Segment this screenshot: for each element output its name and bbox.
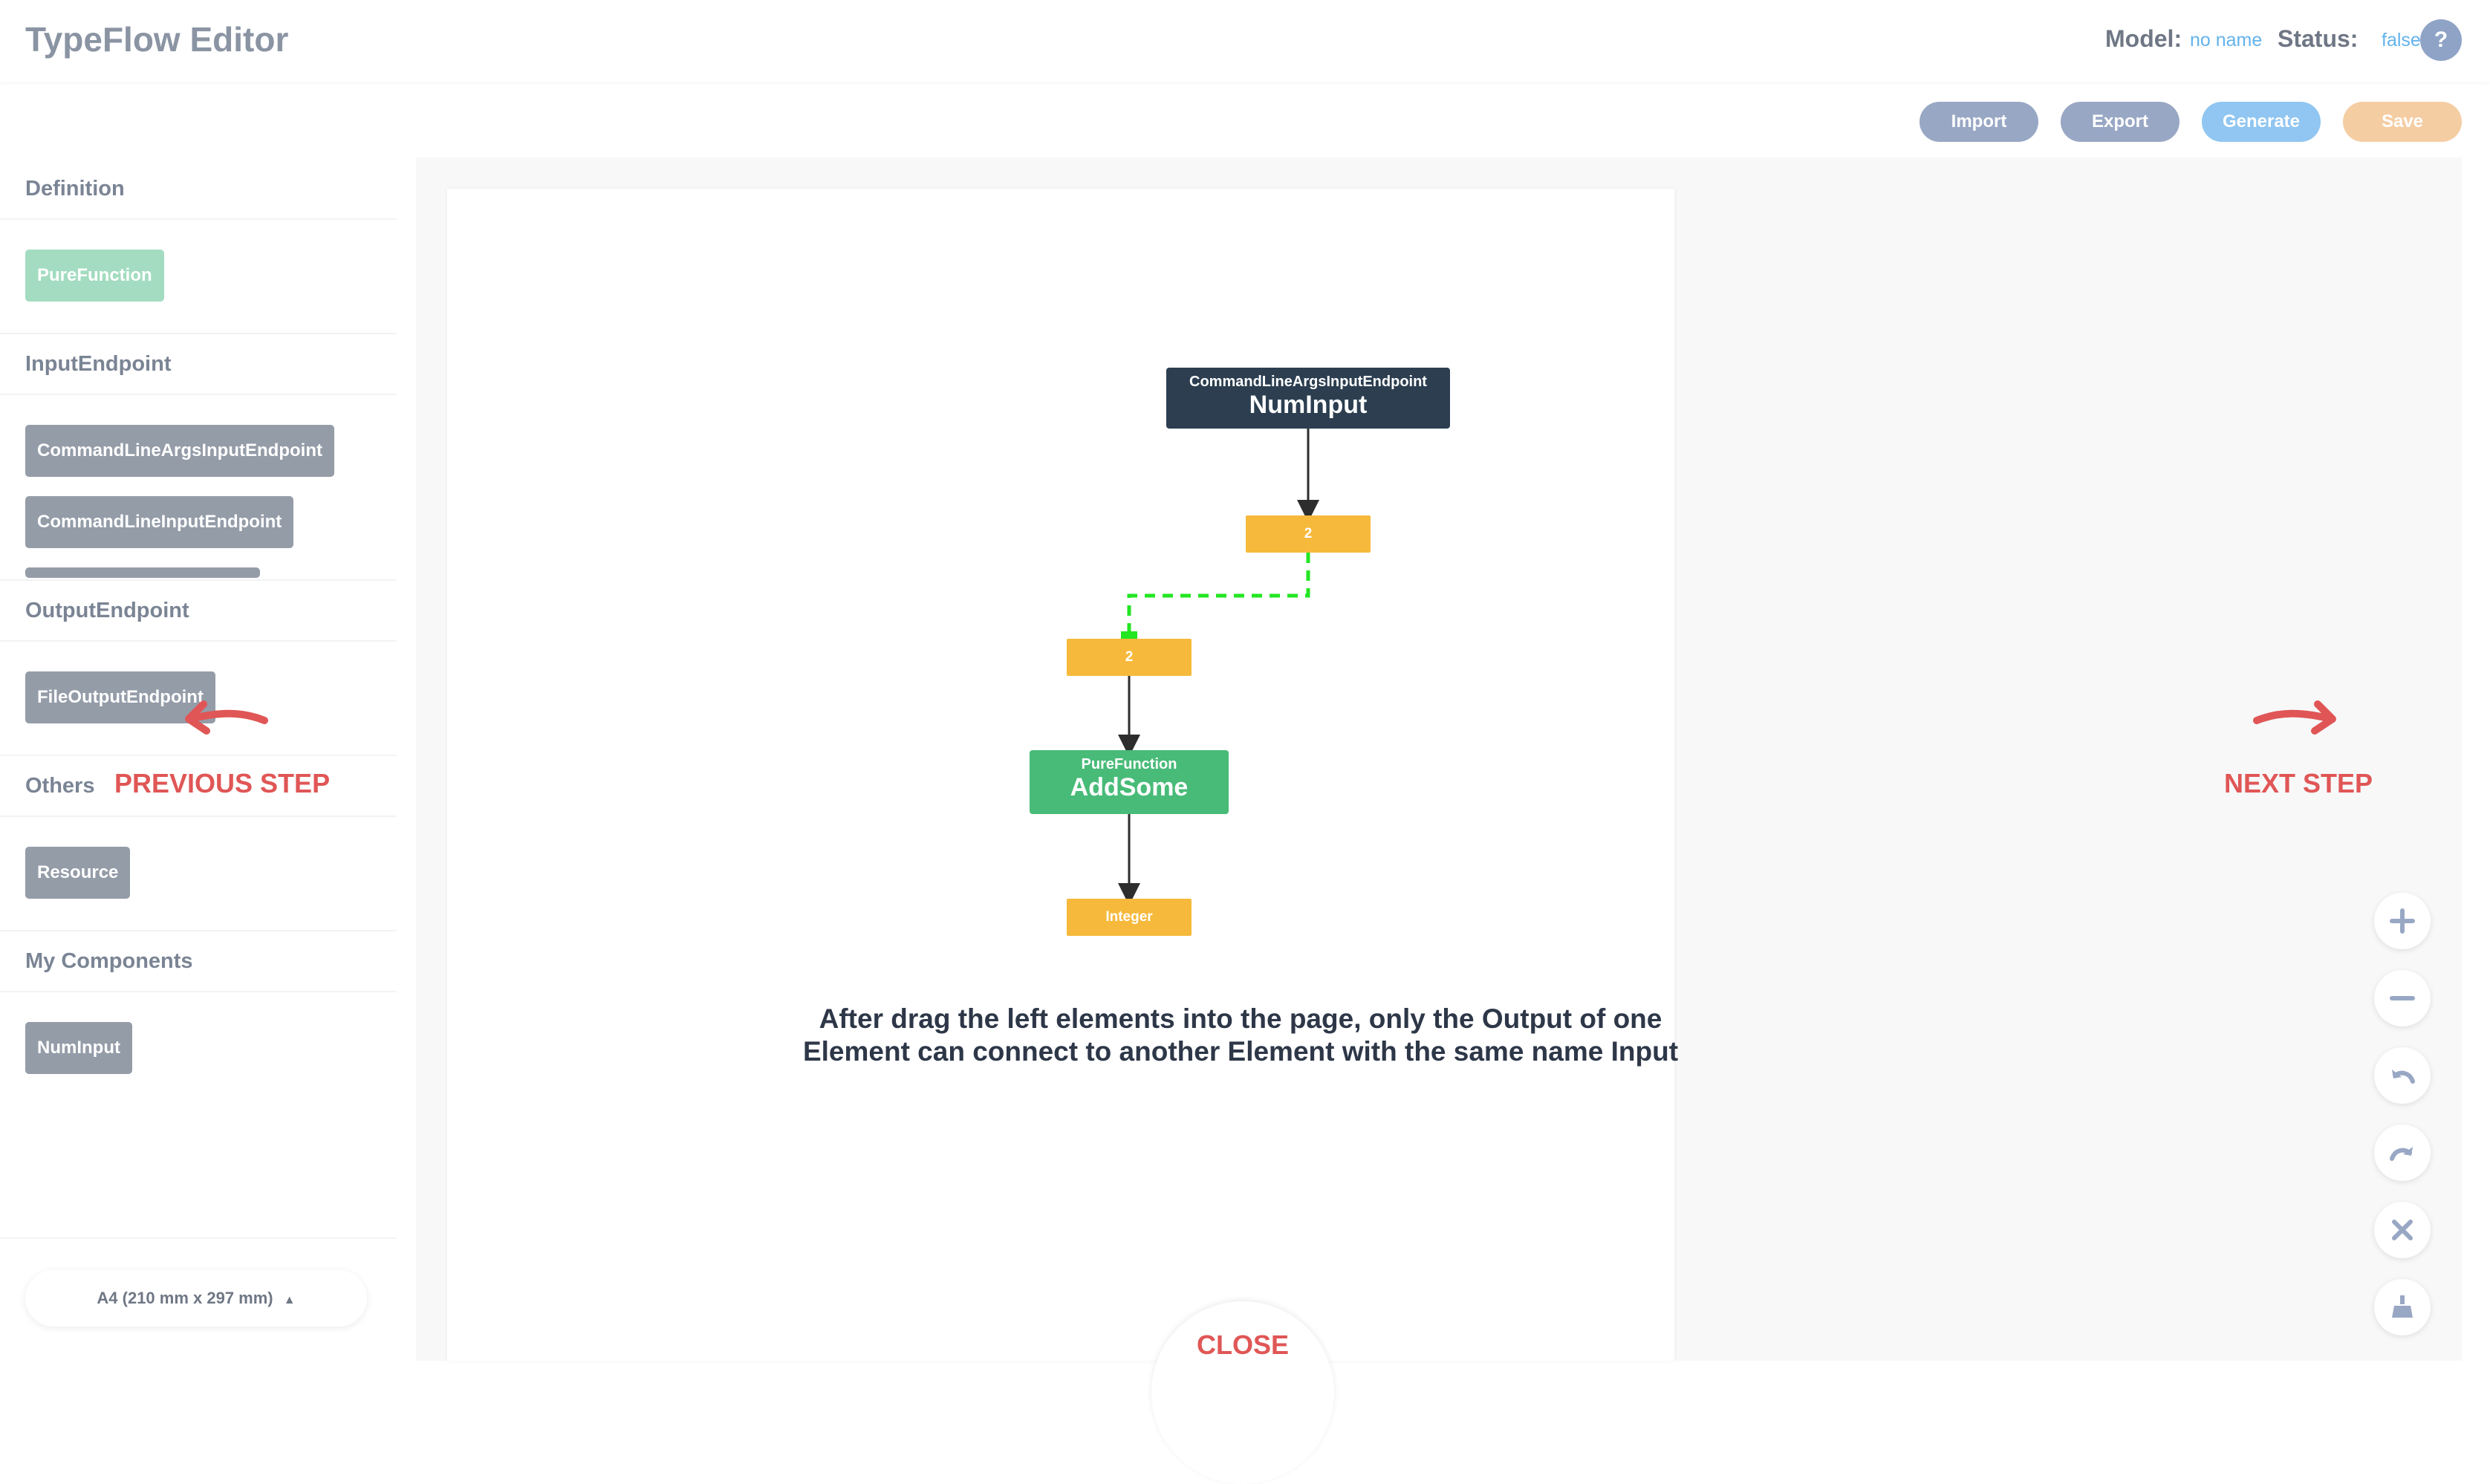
node-type-label: PureFunction <box>1081 756 1177 772</box>
node-numinput[interactable]: CommandLineArgsInputEndpoint NumInput <box>1166 368 1450 429</box>
guide-caption: After drag the left elements into the pa… <box>787 1003 1694 1068</box>
close-icon <box>2392 1220 2413 1240</box>
node-name-label: AddSome <box>1070 773 1189 801</box>
node-addsome[interactable]: PureFunction AddSome <box>1030 750 1229 814</box>
delete-button[interactable] <box>2374 1202 2431 1258</box>
node-name-label: NumInput <box>1249 391 1368 419</box>
undo-button[interactable] <box>2374 1047 2431 1104</box>
redo-button[interactable] <box>2374 1125 2431 1181</box>
connections-layer <box>1118 429 1319 905</box>
next-step-button[interactable]: NEXT STEP <box>2224 768 2373 799</box>
result-port[interactable]: Integer <box>1067 899 1192 936</box>
clean-icon <box>2392 1295 2413 1318</box>
output-port[interactable]: 2 <box>1246 515 1371 553</box>
zoom-out-button[interactable] <box>2374 970 2431 1026</box>
plus-icon <box>2390 908 2415 934</box>
clean-button[interactable] <box>2374 1279 2431 1335</box>
zoom-in-button[interactable] <box>2374 893 2431 949</box>
node-type-label: CommandLineArgsInputEndpoint <box>1189 374 1427 390</box>
edge-dashed-connection[interactable] <box>1127 553 1310 639</box>
input-port[interactable]: 2 <box>1067 639 1192 676</box>
undo-icon <box>2392 1070 2415 1084</box>
caption-line: After drag the left elements into the pa… <box>819 1003 1662 1034</box>
caption-line: Element can connect to another Element w… <box>802 1036 1679 1067</box>
redo-icon <box>2390 1147 2413 1161</box>
next-arrow-icon[interactable] <box>2249 691 2346 735</box>
close-label[interactable]: CLOSE <box>1151 1330 1334 1361</box>
previous-step-button[interactable]: PREVIOUS STEP <box>114 768 330 799</box>
close-guide-button[interactable] <box>1151 1301 1334 1484</box>
previous-arrow-icon[interactable] <box>175 691 272 735</box>
minus-icon <box>2390 996 2415 1000</box>
